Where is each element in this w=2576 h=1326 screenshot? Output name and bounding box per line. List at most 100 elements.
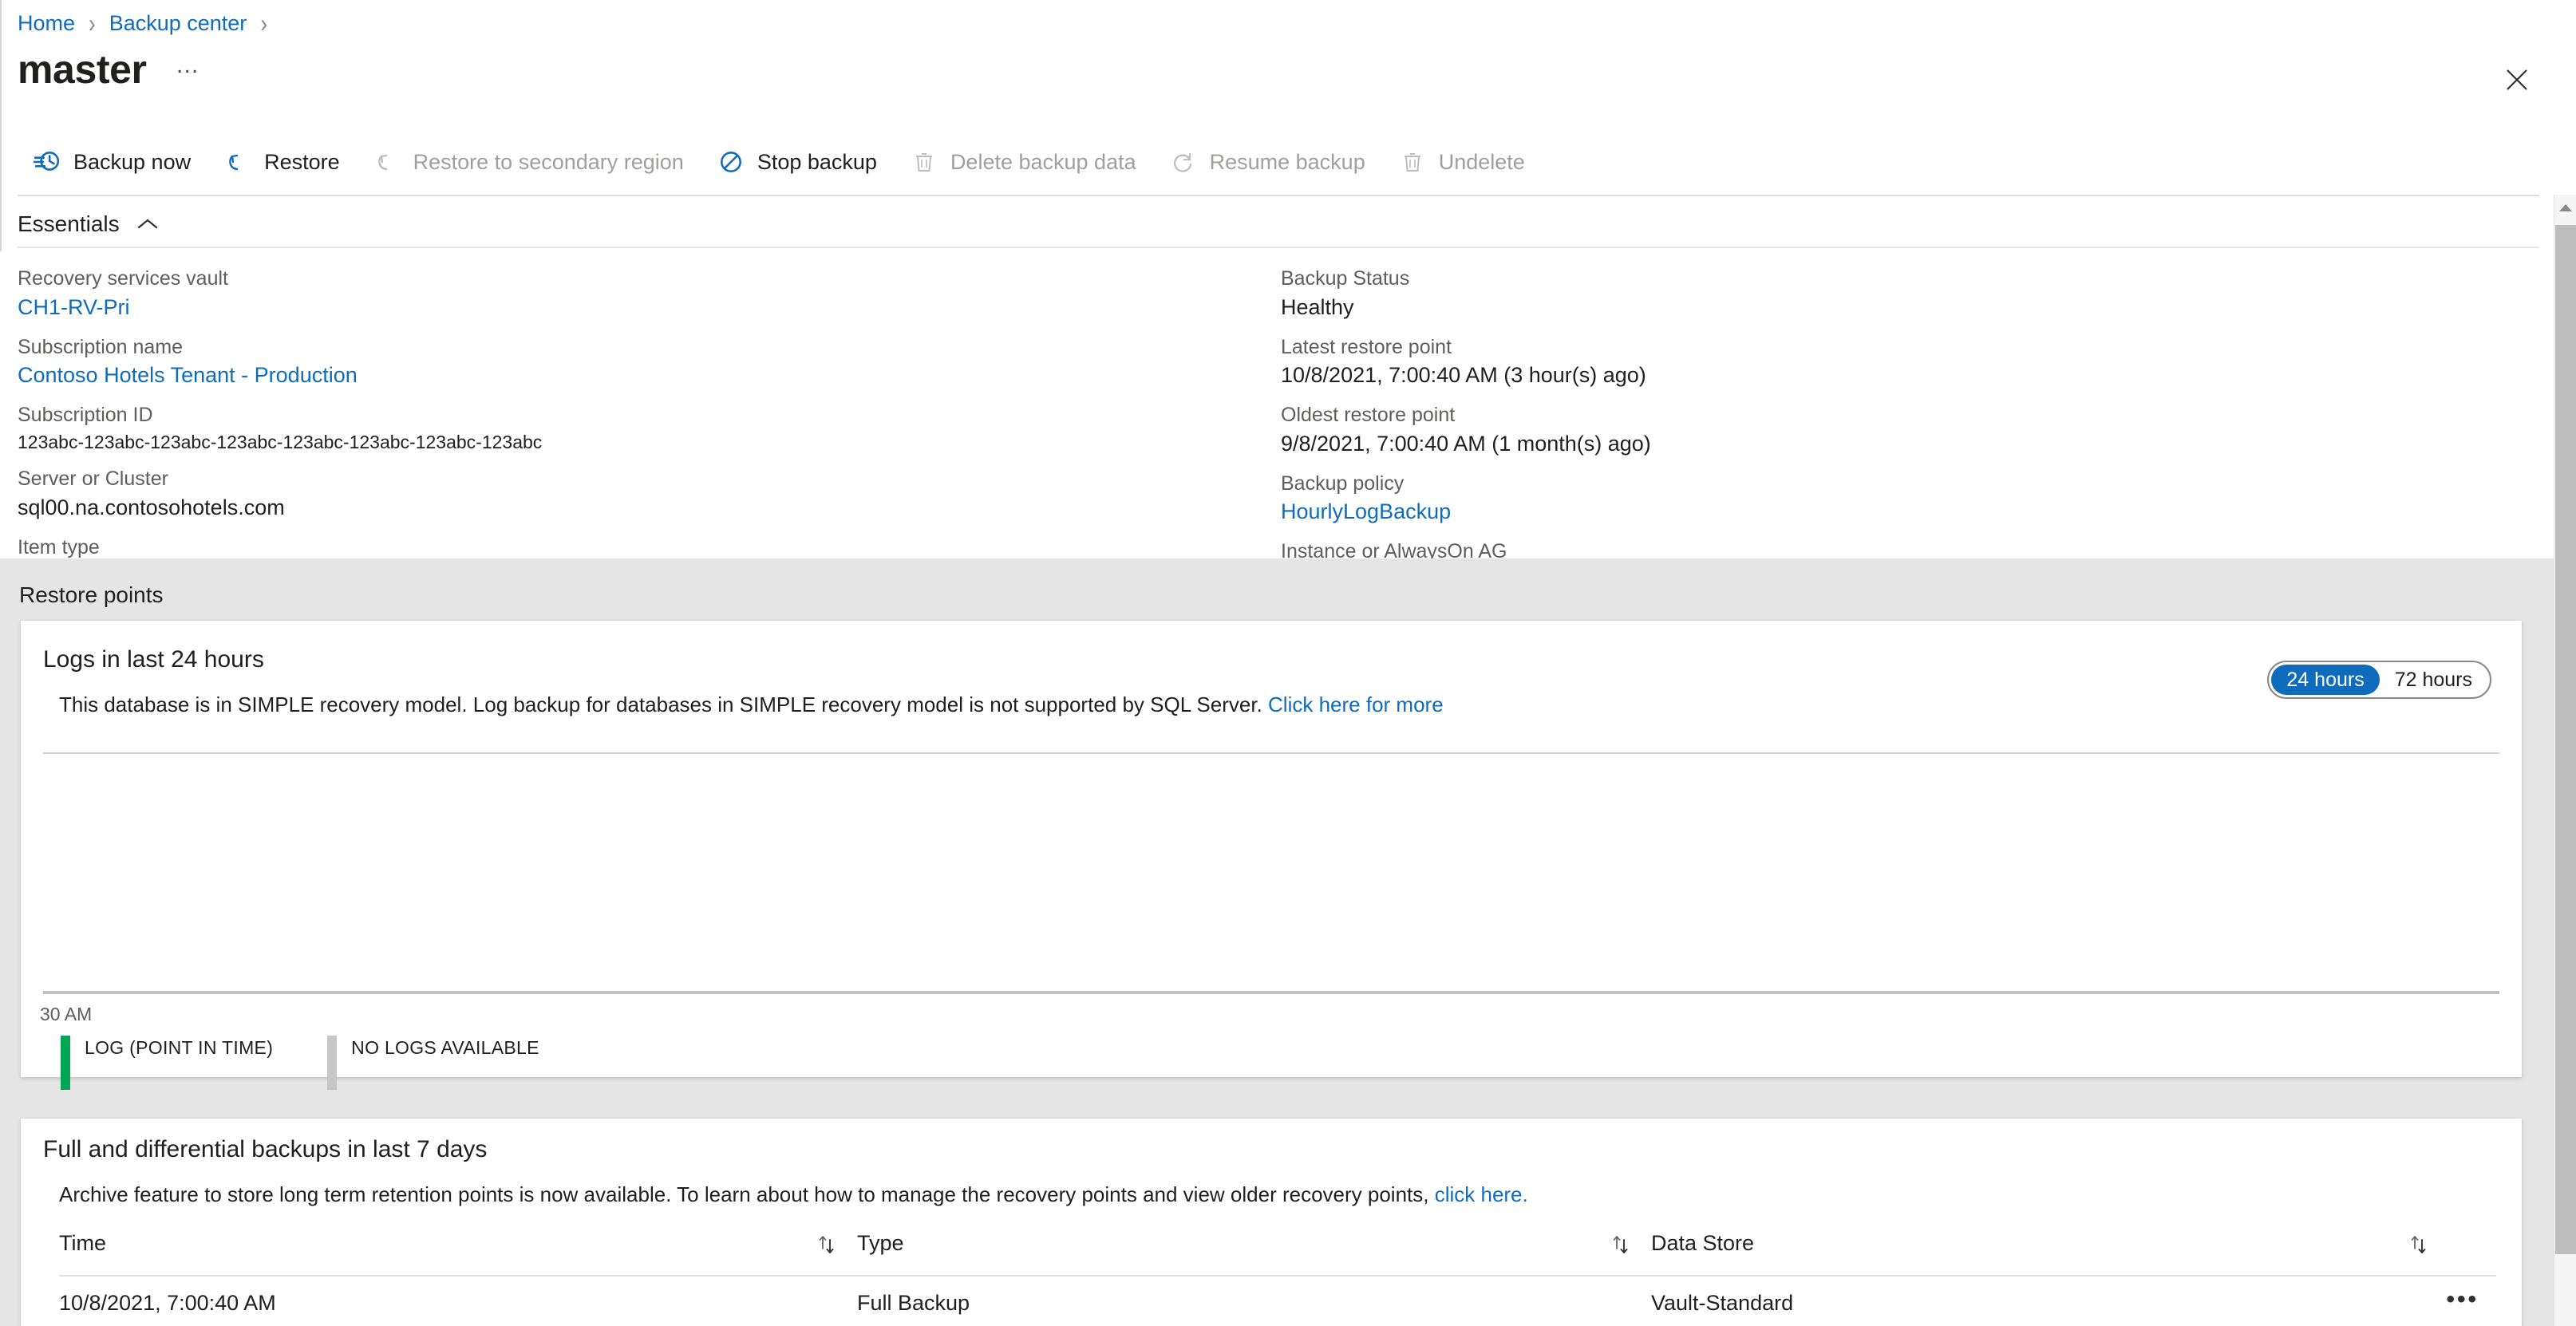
sort-icon[interactable] bbox=[813, 1229, 840, 1261]
row-context-menu-icon[interactable]: ••• bbox=[2446, 1286, 2479, 1313]
trash-icon bbox=[909, 147, 939, 177]
full-and-differential-backups-card: Full and differential backups in last 7 … bbox=[21, 1119, 2522, 1326]
chart-x-tick-label: 30 AM bbox=[40, 1004, 93, 1024]
essentials-heading: Essentials bbox=[18, 211, 120, 236]
field-label: Server or Cluster bbox=[18, 468, 168, 491]
logs-card-note: This database is in SIMPLE recovery mode… bbox=[59, 693, 1444, 717]
restore-button[interactable]: Restore bbox=[215, 140, 354, 184]
field-label: Latest restore point bbox=[1281, 335, 1452, 358]
logs-timeline-chart-plot[interactable] bbox=[43, 754, 2499, 991]
scroll-up-button[interactable] bbox=[2554, 195, 2576, 223]
essentials-field-recovery-services-vault: Recovery services vault CH1-RV-Pri bbox=[18, 266, 1262, 323]
backups-card-note: Archive feature to store long term reten… bbox=[59, 1182, 1528, 1207]
essentials-field-subscription-id: Subscription ID 123abc-123abc-123abc-123… bbox=[18, 402, 1262, 455]
essentials-toggle[interactable]: Essentials bbox=[18, 206, 158, 243]
backup-now-icon bbox=[32, 147, 62, 177]
essentials-field-latest-restore-point: Latest restore point 10/8/2021, 7:00:40 … bbox=[1281, 334, 2526, 392]
column-header-data-store[interactable]: Data Store bbox=[1651, 1224, 1754, 1262]
breadcrumb-item-home[interactable]: Home bbox=[18, 11, 75, 36]
sort-icon[interactable] bbox=[1607, 1229, 1634, 1261]
restore-label: Restore bbox=[264, 149, 340, 174]
logs-note-text: This database is in SIMPLE recovery mode… bbox=[59, 693, 1269, 716]
toggle-option-24-hours[interactable]: 24 hours bbox=[2271, 665, 2380, 695]
field-label: Backup Status bbox=[1281, 267, 1410, 290]
legend-swatch-green bbox=[61, 1036, 70, 1090]
undelete-button: Undelete bbox=[1389, 140, 1539, 184]
essentials-field-oldest-restore-point: Oldest restore point 9/8/2021, 7:00:40 A… bbox=[1281, 402, 2526, 460]
breadcrumb: Home › Backup center › bbox=[18, 8, 281, 38]
breadcrumb-item-backup-center[interactable]: Backup center bbox=[109, 11, 247, 36]
backups-note-text: Archive feature to store long term reten… bbox=[59, 1182, 1435, 1206]
backup-now-button[interactable]: Backup now bbox=[24, 140, 205, 184]
table-row[interactable]: 10/8/2021, 7:00:40 AM Full Backup Vault-… bbox=[59, 1277, 2496, 1324]
logs-note-link[interactable]: Click here for more bbox=[1268, 693, 1444, 716]
restore-icon bbox=[223, 147, 253, 177]
legend-item-log-point-in-time: LOG (POINT IN TIME) bbox=[61, 1036, 273, 1090]
essentials-field-server-or-cluster: Server or Cluster sql00.na.contosohotels… bbox=[18, 466, 1262, 523]
delete-backup-data-button: Delete backup data bbox=[901, 140, 1151, 184]
trash-icon bbox=[1397, 147, 1428, 177]
chevron-up-icon bbox=[2558, 202, 2573, 216]
stop-backup-button[interactable]: Stop backup bbox=[708, 140, 891, 184]
restore-icon bbox=[372, 147, 402, 177]
scrollbar-thumb[interactable] bbox=[2555, 225, 2576, 1254]
page-more-menu-icon[interactable]: … bbox=[176, 53, 202, 85]
field-label: Item type bbox=[18, 535, 100, 558]
undelete-label: Undelete bbox=[1438, 149, 1525, 174]
essentials-column-left: Recovery services vault CH1-RV-Pri Subsc… bbox=[18, 266, 1262, 602]
essentials-field-backup-status: Backup Status Healthy bbox=[1281, 266, 2526, 323]
field-label: Oldest restore point bbox=[1281, 404, 1456, 427]
field-value-link[interactable]: CH1-RV-Pri bbox=[18, 293, 1262, 323]
time-range-toggle: 24 hours 72 hours bbox=[2267, 661, 2491, 699]
breadcrumb-separator-icon: › bbox=[260, 7, 267, 38]
cell-data-store: Vault-Standard bbox=[1651, 1291, 1794, 1315]
sort-icon[interactable] bbox=[2405, 1229, 2432, 1261]
essentials-column-right: Backup Status Healthy Latest restore poi… bbox=[1281, 266, 2526, 607]
legend-swatch-gray bbox=[327, 1036, 338, 1090]
status-badge: Healthy bbox=[1281, 294, 1354, 319]
essentials-panel: Recovery services vault CH1-RV-Pri Subsc… bbox=[0, 251, 2554, 592]
command-bar: Backup now Restore Restore to secondary … bbox=[0, 137, 2554, 187]
chevron-up-icon bbox=[137, 218, 158, 231]
command-bar-divider bbox=[18, 195, 2539, 196]
backups-card-title: Full and differential backups in last 7 … bbox=[43, 1136, 488, 1162]
legend-item-no-logs-available: NO LOGS AVAILABLE bbox=[327, 1036, 539, 1090]
vertical-scrollbar[interactable] bbox=[2554, 195, 2576, 1326]
restore-to-secondary-region-button: Restore to secondary region bbox=[364, 140, 698, 184]
essentials-field-subscription-name: Subscription name Contoso Hotels Tenant … bbox=[18, 334, 1262, 392]
legend-label: LOG (POINT IN TIME) bbox=[85, 1037, 274, 1058]
page-title: master bbox=[18, 47, 147, 92]
field-value-link[interactable]: Contoso Hotels Tenant - Production bbox=[18, 361, 1262, 391]
stop-backup-label: Stop backup bbox=[757, 149, 877, 174]
toggle-option-72-hours[interactable]: 72 hours bbox=[2380, 665, 2487, 695]
restore-points-section-label: Restore points bbox=[19, 582, 164, 607]
field-label: Subscription ID bbox=[18, 404, 153, 427]
backups-note-link[interactable]: click here. bbox=[1435, 1182, 1528, 1206]
backups-table-header: Time Type Data Store bbox=[59, 1224, 2496, 1273]
field-value: 9/8/2021, 7:00:40 AM (1 month(s) ago) bbox=[1281, 431, 1651, 456]
cell-time: 10/8/2021, 7:00:40 AM bbox=[59, 1291, 276, 1315]
field-label: Backup policy bbox=[1281, 472, 1405, 495]
backup-now-label: Backup now bbox=[73, 149, 192, 174]
column-header-time[interactable]: Time bbox=[59, 1224, 106, 1262]
column-header-type[interactable]: Type bbox=[857, 1224, 904, 1262]
logs-in-last-24-hours-card: Logs in last 24 hours This database is i… bbox=[21, 621, 2522, 1090]
delete-backup-data-label: Delete backup data bbox=[950, 149, 1136, 174]
field-value-link[interactable]: HourlyLogBackup bbox=[1281, 497, 2526, 527]
field-label: Recovery services vault bbox=[18, 267, 228, 290]
cell-type: Full Backup bbox=[857, 1291, 970, 1315]
close-blade-button[interactable] bbox=[2495, 57, 2539, 102]
legend-label: NO LOGS AVAILABLE bbox=[351, 1037, 539, 1058]
restore-to-secondary-region-label: Restore to secondary region bbox=[413, 149, 684, 174]
field-value: sql00.na.contosohotels.com bbox=[18, 495, 285, 519]
close-icon bbox=[2505, 68, 2529, 92]
field-value: 123abc-123abc-123abc-123abc-123abc-123ab… bbox=[18, 431, 543, 452]
logs-card-title: Logs in last 24 hours bbox=[43, 646, 264, 673]
chart-x-axis bbox=[43, 991, 2499, 994]
field-value: 10/8/2021, 7:00:40 AM (3 hour(s) ago) bbox=[1281, 363, 1646, 388]
breadcrumb-separator-icon: › bbox=[89, 7, 96, 38]
field-label: Subscription name bbox=[18, 335, 184, 358]
page-title-row: master … bbox=[18, 44, 202, 95]
resume-backup-button: Resume backup bbox=[1160, 140, 1380, 184]
stop-backup-icon bbox=[716, 147, 746, 177]
